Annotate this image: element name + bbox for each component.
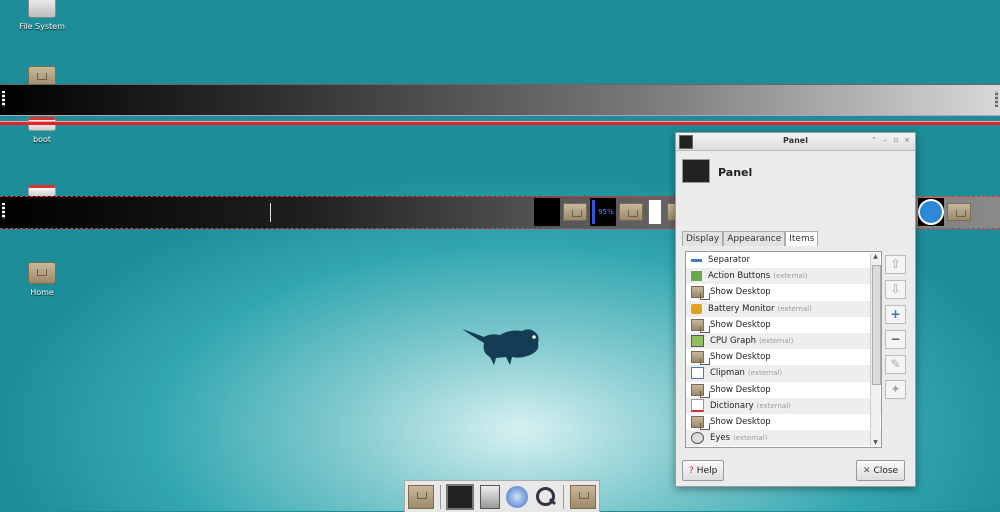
list-item[interactable]: Show Desktop: [686, 382, 881, 398]
drive-icon: [28, 0, 56, 18]
panel-drag-handle-right[interactable]: [995, 91, 998, 107]
list-item[interactable]: Separator: [686, 252, 881, 268]
list-item[interactable]: Show Desktop: [686, 349, 881, 366]
help-button[interactable]: ? Help: [682, 460, 725, 481]
separator-icon: [270, 203, 271, 222]
tab-bar: Display Appearance Items: [682, 231, 819, 246]
panel-preferences-dialog[interactable]: Panel ⌃ – ▫ × Panel Display Appearance I…: [675, 132, 916, 487]
header-title: Panel: [718, 166, 753, 179]
dictionary-icon: [691, 399, 704, 413]
file-manager-icon[interactable]: [480, 484, 501, 509]
folder-icon: [691, 351, 710, 366]
dialog-header: Panel: [676, 151, 915, 195]
battery-percent: 95%: [598, 208, 614, 216]
folder-icon: [619, 203, 643, 221]
folder-icon: [691, 318, 710, 333]
list-item[interactable]: Action Buttons (external): [686, 268, 881, 285]
bottom-dock[interactable]: [404, 480, 600, 512]
terminal-icon[interactable]: [446, 483, 475, 510]
scrollbar-thumb[interactable]: [872, 265, 881, 385]
show-desktop-button[interactable]: [618, 198, 644, 226]
scroll-down-icon[interactable]: ▼: [871, 439, 880, 446]
list-item[interactable]: Show Desktop: [686, 284, 881, 301]
remove-item-button[interactable]: −: [885, 330, 906, 349]
shade-icon[interactable]: ⌃: [869, 135, 879, 146]
desktop-icon-label: Home: [30, 288, 54, 297]
eyes-icon: [691, 432, 704, 445]
list-item[interactable]: Show Desktop: [686, 317, 881, 333]
help-icon: ?: [689, 465, 694, 476]
xfce-mouse-logo: [462, 329, 539, 365]
folder-icon: [691, 286, 710, 301]
xfce-mouse-icon: [918, 199, 944, 225]
scroll-up-icon[interactable]: ▲: [871, 253, 880, 260]
folder-icon: [691, 383, 710, 398]
list-item[interactable]: CPU Graph (external): [686, 332, 881, 350]
list-item[interactable]: Dictionary (external): [686, 397, 881, 414]
minimize-icon[interactable]: –: [880, 135, 890, 146]
tab-appearance[interactable]: Appearance: [723, 231, 786, 246]
clipboard-icon: [691, 367, 704, 380]
dock-separator: [439, 484, 441, 509]
folder-icon: [691, 415, 710, 430]
close-icon[interactable]: ×: [902, 135, 912, 146]
show-desktop-button[interactable]: [562, 198, 588, 226]
separator-icon: [691, 258, 702, 262]
item-actions: ⇧ ⇩ + − ✎ ✦: [885, 255, 906, 399]
panel-icon: [682, 159, 710, 183]
action-buttons-icon: [691, 271, 702, 282]
list-item[interactable]: Battery Monitor (external): [686, 300, 881, 317]
desktop-icon-file-system[interactable]: File System: [7, 0, 77, 31]
battery-monitor[interactable]: 95%: [590, 198, 616, 226]
show-desktop-icon[interactable]: [407, 484, 434, 509]
close-icon: ✕: [863, 465, 871, 476]
move-up-button[interactable]: ⇧: [885, 255, 906, 274]
about-item-button[interactable]: ✦: [885, 380, 906, 399]
panel-drag-handle[interactable]: [2, 203, 5, 219]
battery-icon: [691, 303, 702, 314]
home-folder-icon: [28, 262, 56, 284]
xfce-plugin[interactable]: [918, 198, 944, 226]
tab-items[interactable]: Items: [785, 231, 819, 246]
folder-icon[interactable]: [570, 484, 597, 509]
search-icon[interactable]: [534, 486, 558, 508]
list-item[interactable]: Show Desktop: [686, 414, 881, 430]
show-desktop-button[interactable]: [946, 198, 972, 226]
items-list[interactable]: Separator Action Buttons (external) Show …: [685, 251, 882, 448]
close-button[interactable]: ✕ Close: [856, 460, 906, 481]
cpu-graph-icon: [691, 335, 704, 348]
dock-separator: [563, 484, 565, 509]
folder-icon: [563, 203, 587, 221]
folder-icon: [947, 203, 971, 221]
edit-item-button[interactable]: ✎: [885, 355, 906, 374]
panel-drag-handle[interactable]: [2, 91, 5, 107]
maximize-icon[interactable]: ▫: [891, 135, 901, 146]
desktop-icon-home[interactable]: Home: [7, 262, 77, 297]
list-item[interactable]: Clipman (external): [686, 365, 881, 382]
top-panel[interactable]: [0, 84, 1000, 116]
cpu-graph-icon: [648, 199, 662, 225]
action-buttons-icon[interactable]: [534, 198, 560, 226]
add-item-button[interactable]: +: [885, 305, 906, 324]
tab-display[interactable]: Display: [682, 231, 724, 246]
cpu-graph-plugin[interactable]: [646, 198, 664, 226]
desktop-icon-label: boot: [32, 135, 51, 144]
desktop-icon-label: File System: [19, 22, 65, 31]
web-browser-icon[interactable]: [505, 485, 528, 508]
list-item[interactable]: Eyes (external): [686, 430, 881, 447]
list-scrollbar[interactable]: ▲ ▼: [870, 253, 881, 446]
move-down-button[interactable]: ⇩: [885, 280, 906, 299]
panel-highlight-bar: [0, 121, 1000, 125]
dialog-titlebar[interactable]: Panel ⌃ – ▫ ×: [676, 133, 915, 151]
